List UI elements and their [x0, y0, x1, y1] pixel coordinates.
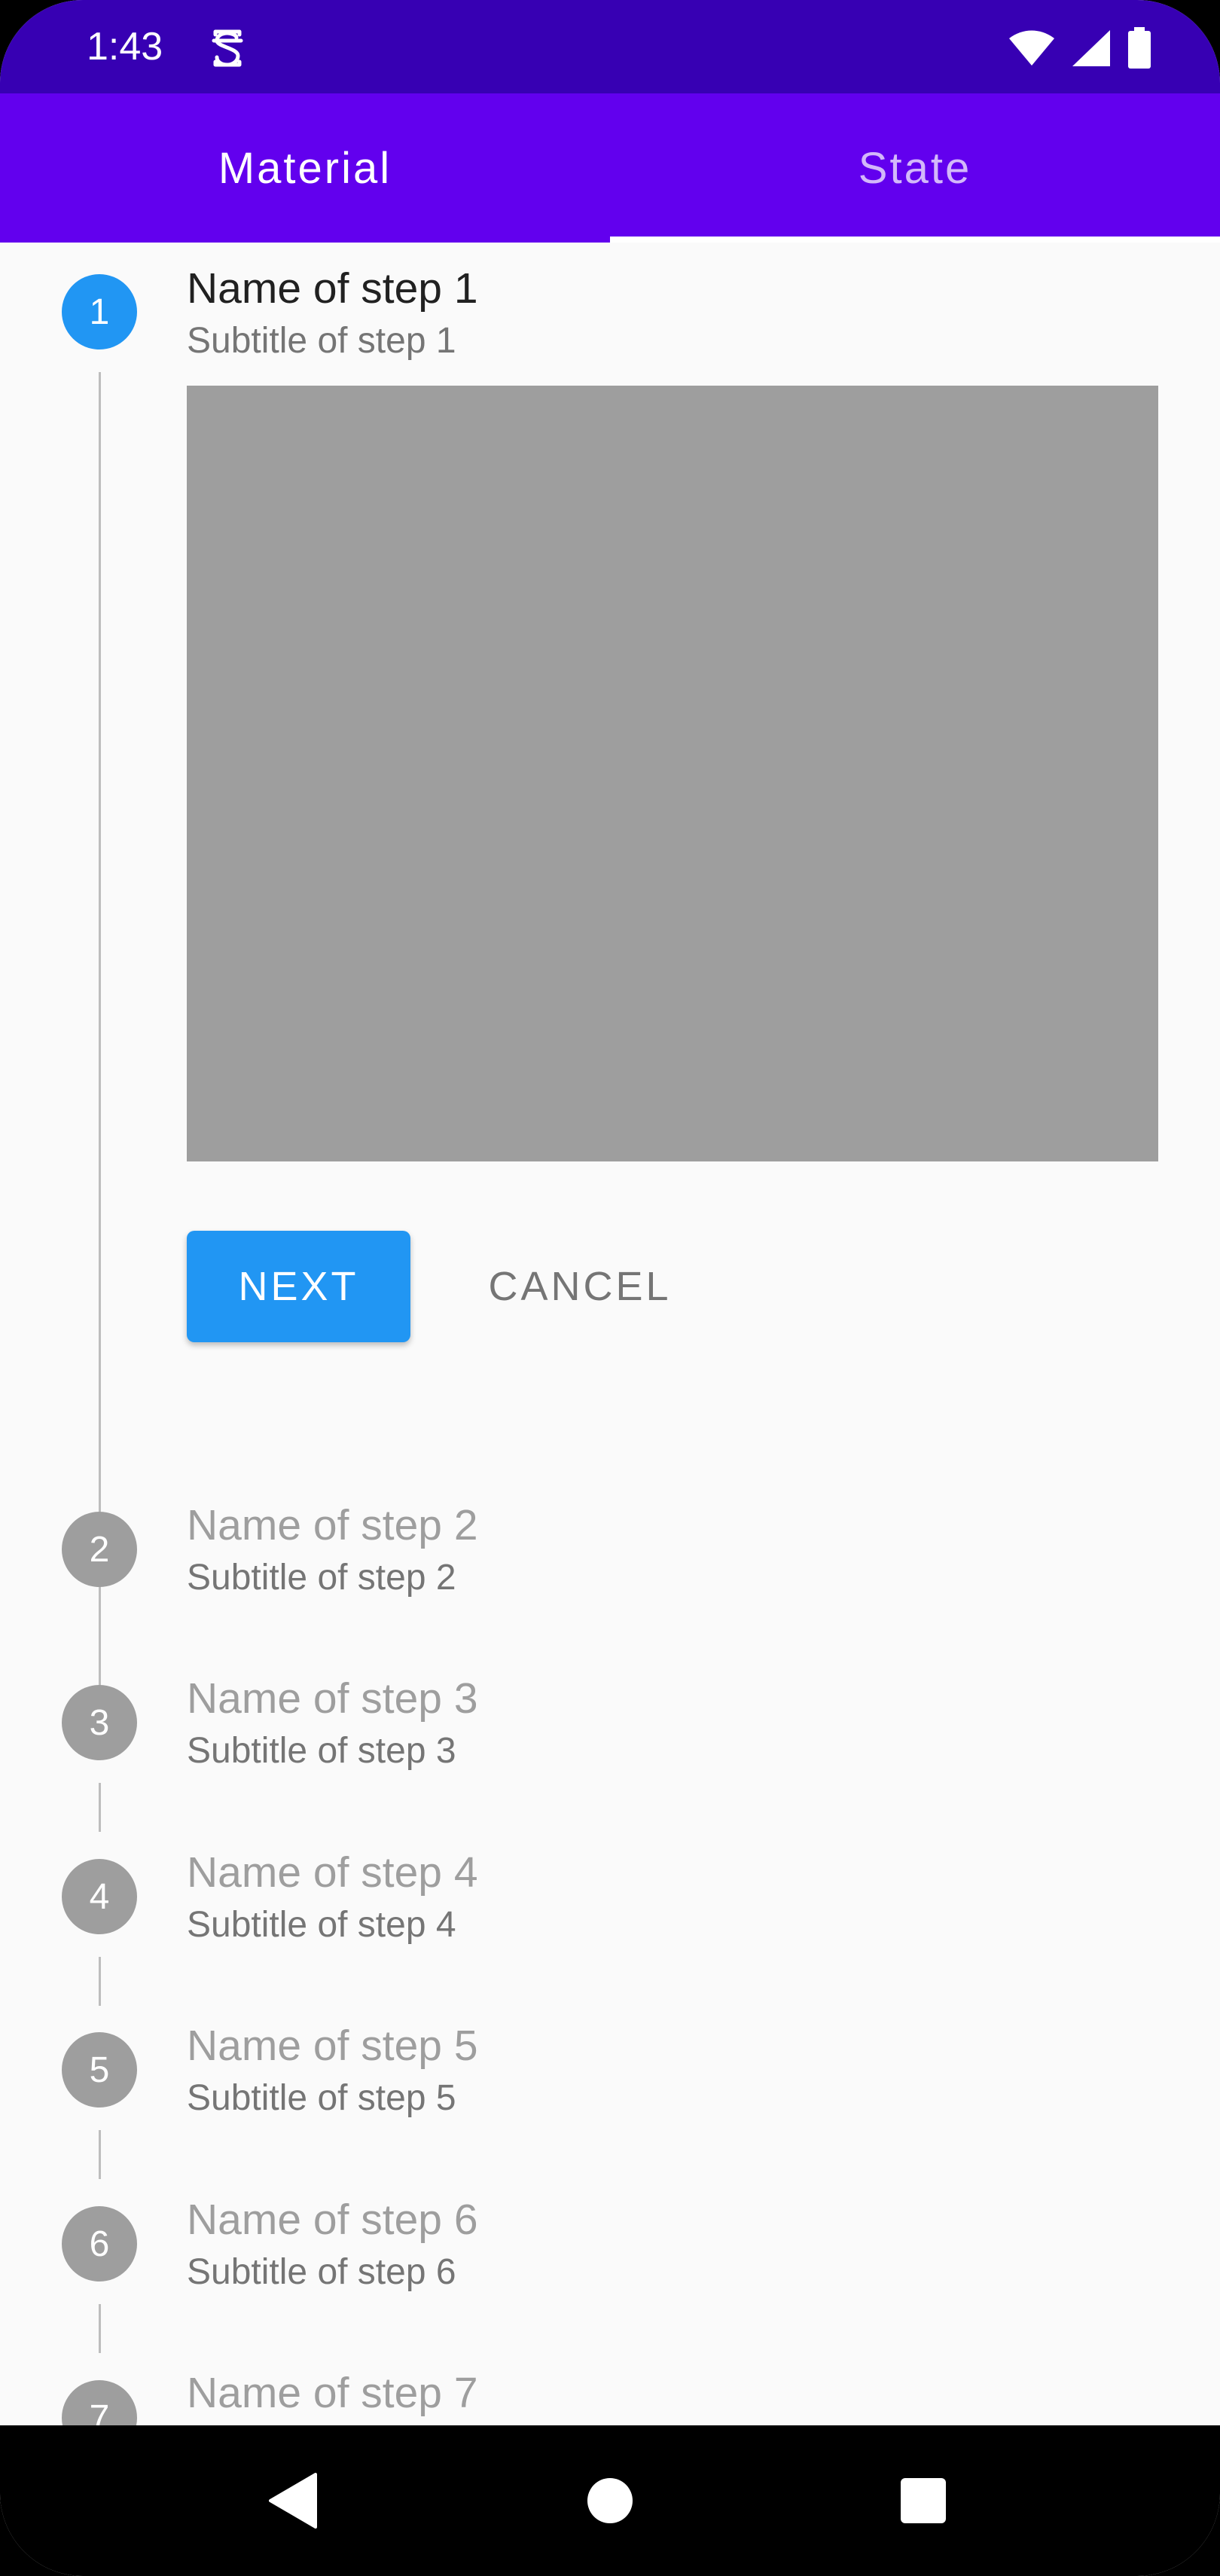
tab-bar: Material State: [0, 93, 1220, 243]
step-6-subtitle: Subtitle of step 6: [187, 2252, 456, 2292]
back-icon: [269, 2473, 317, 2529]
step-3-title[interactable]: Name of step 3: [187, 1674, 478, 1723]
step-connector: [99, 1957, 101, 2006]
recents-icon: [901, 2478, 946, 2523]
tab-indicator: [610, 237, 1220, 243]
step-5-number-badge[interactable]: 5: [62, 2032, 137, 2107]
step-1-title[interactable]: Name of step 1: [187, 264, 478, 313]
navigation-bar: [0, 2425, 1220, 2576]
step-4-number-badge[interactable]: 4: [62, 1859, 137, 1934]
status-bar: 1:43: [0, 0, 1220, 93]
step-1-number-badge[interactable]: 1: [62, 274, 137, 349]
step-content-placeholder: [187, 386, 1158, 1161]
cancel-button[interactable]: CANCEL: [459, 1231, 700, 1342]
tab-state[interactable]: State: [610, 93, 1220, 243]
step-4-subtitle: Subtitle of step 4: [187, 1905, 456, 1945]
step-3-subtitle: Subtitle of step 3: [187, 1731, 456, 1771]
s-app-icon: [212, 29, 243, 67]
step-connector: [99, 1783, 101, 1832]
step-3-number-badge[interactable]: 3: [62, 1685, 137, 1760]
step-2-subtitle: Subtitle of step 2: [187, 1558, 456, 1598]
step-2-number-badge[interactable]: 2: [62, 1512, 137, 1587]
next-button[interactable]: NEXT: [187, 1231, 410, 1342]
step-1-subtitle: Subtitle of step 1: [187, 321, 456, 361]
tab-material[interactable]: Material: [0, 93, 610, 243]
battery-icon: [1128, 27, 1151, 69]
signal-icon: [1072, 30, 1110, 66]
step-2-title[interactable]: Name of step 2: [187, 1500, 478, 1550]
wifi-icon: [1009, 30, 1054, 66]
home-button[interactable]: [542, 2425, 678, 2576]
back-button[interactable]: [226, 2425, 361, 2576]
status-time: 1:43: [87, 25, 163, 69]
step-connector: [99, 2130, 101, 2179]
home-icon: [587, 2478, 633, 2523]
step-connector: [99, 1610, 101, 1659]
step-5-title[interactable]: Name of step 5: [187, 2021, 478, 2071]
vertical-stepper: 1 Name of step 1 Subtitle of step 1 NEXT…: [0, 243, 1220, 2455]
step-4-title[interactable]: Name of step 4: [187, 1848, 478, 1897]
step-6-title[interactable]: Name of step 6: [187, 2195, 478, 2245]
app-screen: 1:43 Material State 1 Name of step 1 Sub…: [0, 0, 1220, 2576]
step-5-subtitle: Subtitle of step 5: [187, 2078, 456, 2118]
step-connector: [99, 2304, 101, 2353]
step-7-title[interactable]: Name of step 7: [187, 2368, 478, 2418]
step-6-number-badge[interactable]: 6: [62, 2206, 137, 2281]
recents-button[interactable]: [856, 2425, 991, 2576]
